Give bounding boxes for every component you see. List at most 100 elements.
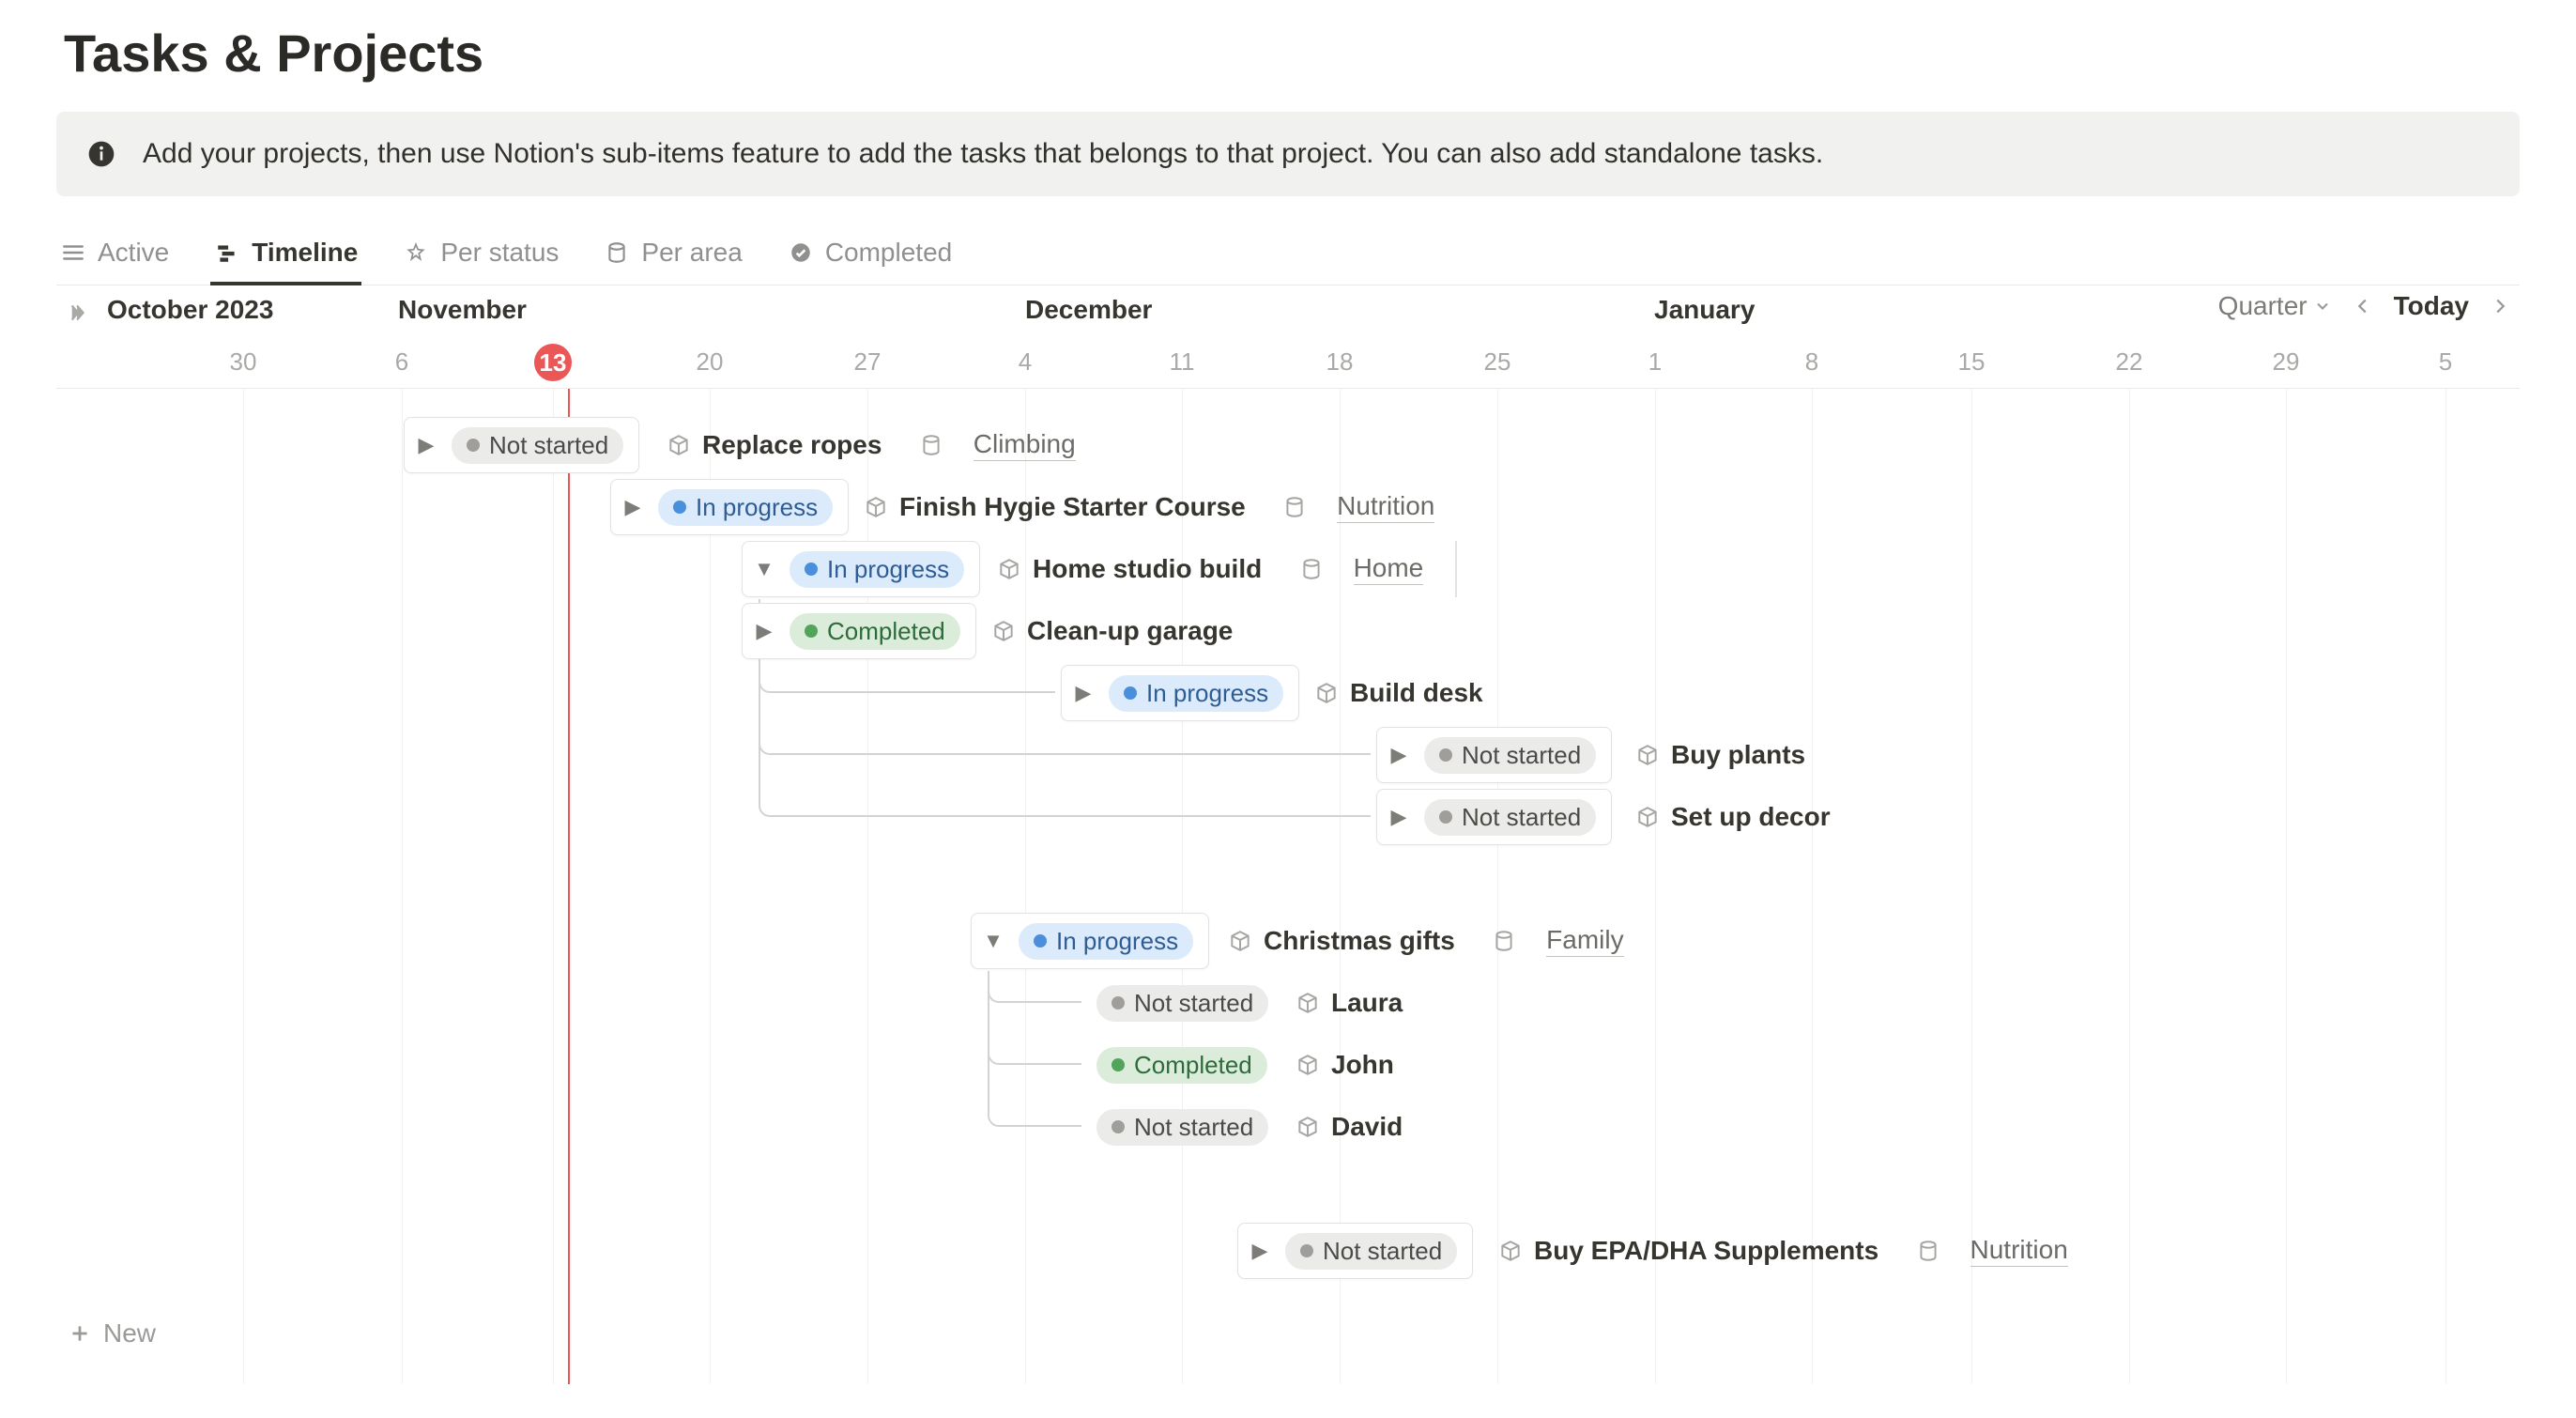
- grid-line: [867, 389, 868, 1384]
- task-meta[interactable]: Finish Hygie Starter Course Nutrition: [864, 479, 1434, 535]
- task-title: Buy EPA/DHA Supplements: [1534, 1236, 1878, 1266]
- task-card[interactable]: ▶ Not started: [1237, 1223, 1473, 1279]
- task-card[interactable]: Not started: [1087, 975, 1283, 1031]
- status-pill: In progress: [790, 551, 964, 588]
- task-area[interactable]: Nutrition: [1337, 491, 1434, 523]
- status-label: In progress: [1056, 927, 1178, 956]
- per-status-icon: [403, 239, 429, 266]
- status-pill: Not started: [1096, 985, 1268, 1022]
- month-label: November: [398, 295, 527, 325]
- database-icon: [1492, 929, 1516, 953]
- day-label: 25: [1484, 347, 1511, 377]
- task-card[interactable]: Not started: [1087, 1099, 1283, 1155]
- expand-caret-icon[interactable]: ▶: [414, 433, 438, 457]
- task-card[interactable]: Completed: [1087, 1037, 1282, 1093]
- tab-per-status[interactable]: Per status: [399, 228, 562, 285]
- task-meta[interactable]: Christmas gifts Family: [1228, 913, 1624, 969]
- per-area-icon: [604, 239, 630, 266]
- status-label: Not started: [1134, 989, 1253, 1018]
- timeline-scale-dropdown[interactable]: Quarter: [2218, 291, 2332, 321]
- day-label: 4: [1019, 347, 1032, 377]
- task-title: Set up decor: [1671, 802, 1831, 832]
- day-label: 30: [230, 347, 257, 377]
- callout-text: Add your projects, then use Notion's sub…: [143, 138, 1823, 170]
- status-pill: Not started: [1096, 1109, 1268, 1146]
- page-icon: [864, 495, 888, 519]
- status-label: In progress: [1146, 679, 1268, 708]
- status-pill: Not started: [1285, 1233, 1457, 1270]
- task-meta[interactable]: Build desk: [1314, 665, 1483, 721]
- tree-connector: [988, 971, 1081, 1127]
- month-label: October 2023: [107, 295, 273, 325]
- page-icon: [991, 619, 1016, 643]
- timeline-next-button[interactable]: [2490, 296, 2510, 316]
- day-label: 15: [1958, 347, 1986, 377]
- expand-caret-icon[interactable]: ▶: [1071, 681, 1096, 705]
- database-icon: [1282, 495, 1307, 519]
- timeline-body[interactable]: New ▶ Not started Replace ropes Climbing ▶ I…: [56, 389, 2520, 1384]
- timeline-header: October 2023NovemberDecemberJanuary 3061…: [56, 285, 2520, 389]
- expand-caret-icon[interactable]: ▶: [1387, 743, 1411, 767]
- expand-caret-icon[interactable]: ▶: [1387, 805, 1411, 829]
- task-meta[interactable]: Clean-up garage: [991, 603, 1233, 659]
- collapse-caret-icon[interactable]: ▼: [981, 929, 1005, 953]
- page-icon: [667, 433, 691, 457]
- task-meta[interactable]: Buy EPA/DHA Supplements Nutrition: [1498, 1223, 2068, 1279]
- expand-caret-icon[interactable]: ▶: [752, 619, 776, 643]
- page-icon: [997, 557, 1021, 581]
- status-pill: In progress: [1019, 923, 1193, 960]
- task-title: Christmas gifts: [1264, 926, 1455, 956]
- plus-icon: [68, 1321, 92, 1346]
- task-meta[interactable]: Laura: [1296, 975, 1403, 1031]
- task-meta[interactable]: Set up decor: [1635, 789, 1831, 845]
- database-icon: [1916, 1239, 1940, 1263]
- task-meta[interactable]: David: [1296, 1099, 1403, 1155]
- task-title: Clean-up garage: [1027, 616, 1233, 646]
- tab-active[interactable]: Active: [56, 228, 173, 285]
- task-card[interactable]: ▼ In progress: [971, 913, 1209, 969]
- page-title: Tasks & Projects: [64, 23, 2520, 84]
- task-area[interactable]: Home: [1354, 553, 1424, 585]
- status-label: In progress: [696, 493, 818, 522]
- expand-caret-icon[interactable]: ▶: [1248, 1239, 1272, 1263]
- active-icon: [60, 239, 86, 266]
- task-card[interactable]: ▼ In progress: [742, 541, 980, 597]
- task-card[interactable]: ▶ In progress: [610, 479, 849, 535]
- tab-timeline[interactable]: Timeline: [210, 228, 361, 285]
- task-meta[interactable]: John: [1296, 1037, 1394, 1093]
- timeline-today-button[interactable]: Today: [2394, 291, 2469, 321]
- status-label: Not started: [489, 431, 608, 460]
- task-card[interactable]: ▶Not started: [1376, 727, 1612, 783]
- timeline-prev-button[interactable]: [2353, 296, 2373, 316]
- page-icon: [1296, 1115, 1320, 1139]
- page-icon: [1635, 805, 1660, 829]
- task-area[interactable]: Family: [1546, 925, 1623, 957]
- grid-line: [1182, 389, 1183, 1384]
- status-pill: Not started: [1424, 799, 1596, 836]
- tab-per-area[interactable]: Per area: [600, 228, 745, 285]
- expand-caret-icon[interactable]: ▶: [621, 495, 645, 519]
- task-area[interactable]: Climbing: [974, 429, 1076, 461]
- task-meta[interactable]: Buy plants: [1635, 727, 1805, 783]
- status-label: Not started: [1323, 1237, 1442, 1266]
- tab-label: Per area: [641, 238, 742, 268]
- task-meta[interactable]: Replace ropes Climbing: [667, 417, 1076, 473]
- task-card[interactable]: ▶ In progress: [1061, 665, 1299, 721]
- tab-label: Per status: [440, 238, 559, 268]
- task-title: Build desk: [1350, 678, 1483, 708]
- page-icon: [1228, 929, 1252, 953]
- collapse-caret-icon[interactable]: ▼: [752, 557, 776, 581]
- status-label: Completed: [1134, 1051, 1252, 1080]
- task-meta[interactable]: Home studio build Home: [997, 541, 1423, 597]
- day-label: 8: [1805, 347, 1818, 377]
- task-card[interactable]: ▶ Not started: [404, 417, 639, 473]
- task-area[interactable]: Nutrition: [1970, 1235, 2068, 1267]
- grid-line: [2286, 389, 2287, 1384]
- expand-sidebar-icon[interactable]: [60, 297, 92, 329]
- tab-completed[interactable]: Completed: [784, 228, 956, 285]
- callout: Add your projects, then use Notion's sub…: [56, 112, 2520, 196]
- task-card[interactable]: ▶ Not started: [1376, 789, 1612, 845]
- info-icon: [86, 139, 116, 169]
- new-task-button[interactable]: New: [56, 1311, 167, 1356]
- task-card[interactable]: ▶Completed: [742, 603, 976, 659]
